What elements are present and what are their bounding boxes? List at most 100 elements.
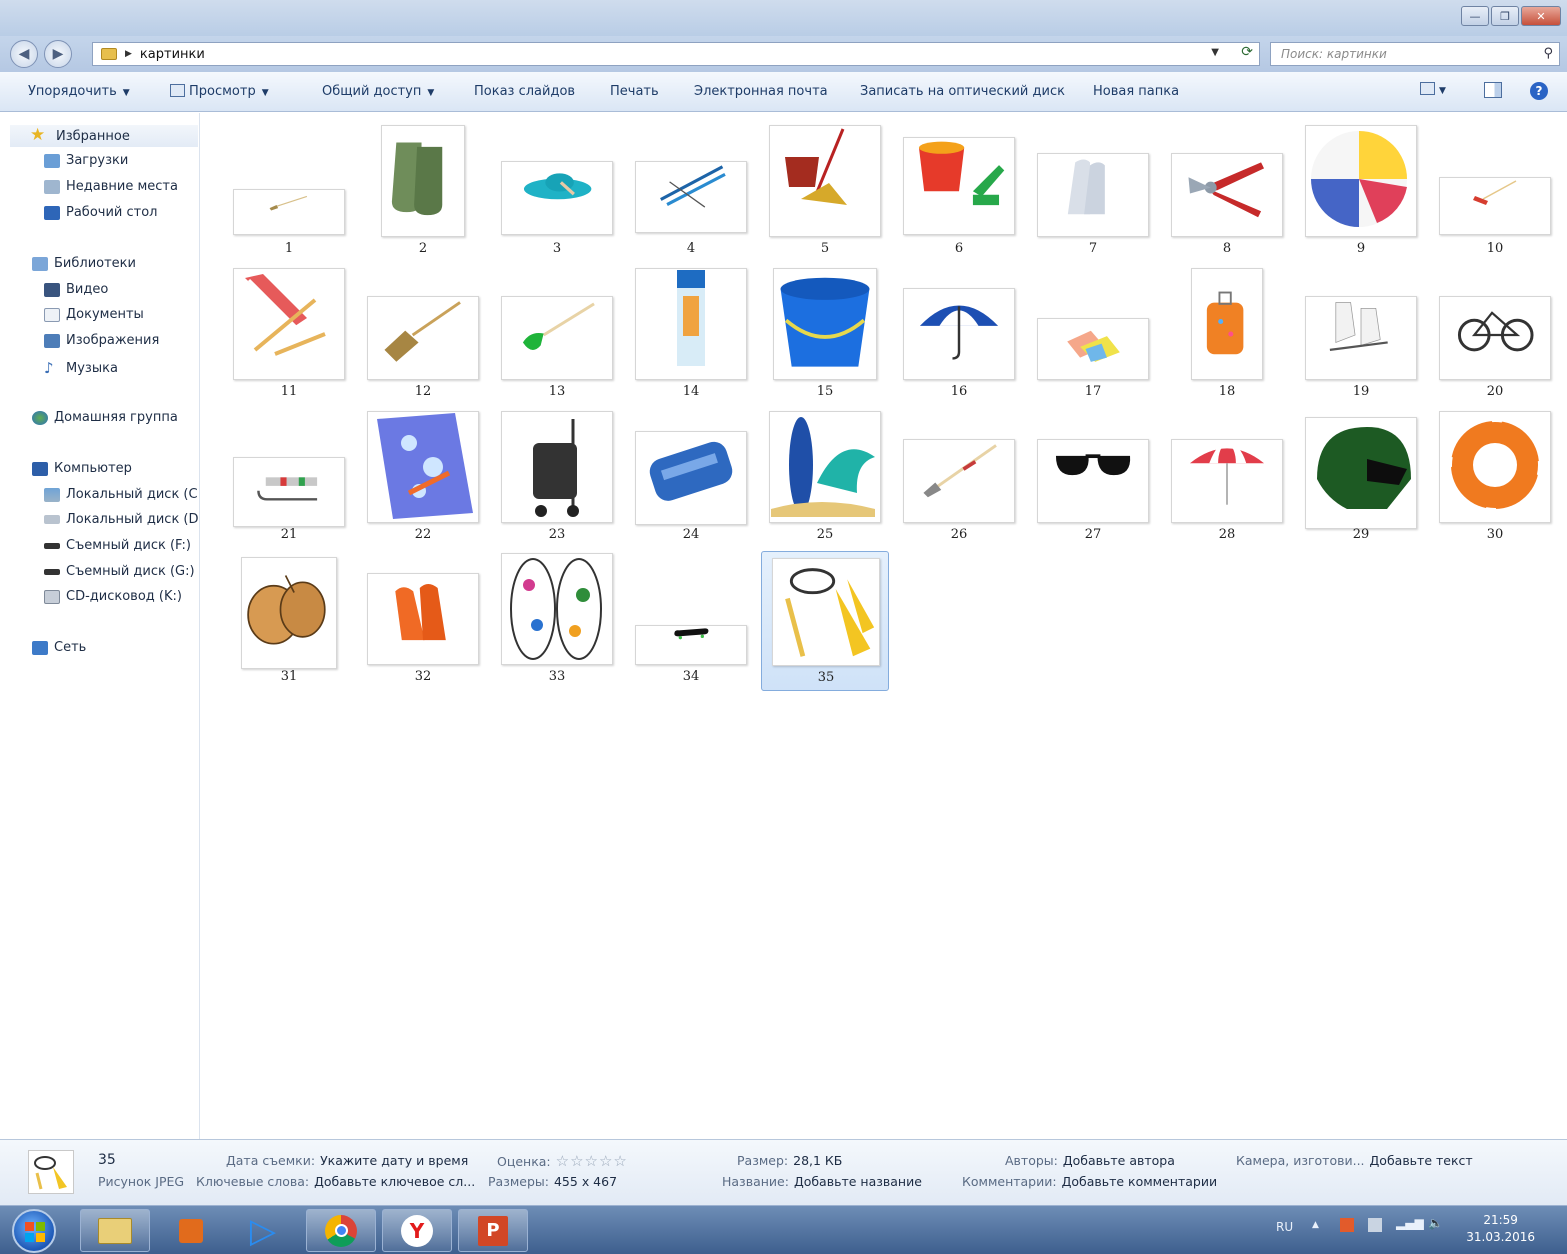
file-item[interactable]: 9 <box>1297 123 1425 263</box>
file-thumbnail <box>1305 125 1417 237</box>
taskbar-yandex[interactable]: Y <box>382 1209 452 1252</box>
file-item[interactable]: 16 <box>895 266 1023 406</box>
new-folder-button[interactable]: Новая папка <box>1093 84 1179 99</box>
slideshow-button[interactable]: Показ слайдов <box>474 84 575 99</box>
details-rating[interactable]: Оценка: ☆☆☆☆☆ <box>497 1152 628 1170</box>
file-item[interactable]: 5 <box>761 123 889 263</box>
file-label: 2 <box>418 241 428 256</box>
start-button[interactable] <box>12 1209 56 1253</box>
file-item[interactable]: 26 <box>895 409 1023 549</box>
taskbar-powerpoint[interactable]: P <box>458 1209 528 1252</box>
details-comments[interactable]: Комментарии: Добавьте комментарии <box>962 1174 1217 1189</box>
nav-cd-k[interactable]: CD-дисковод (K:) <box>44 589 182 604</box>
refresh-icon[interactable]: ⟳ <box>1241 44 1253 60</box>
nav-removable-g[interactable]: Съемный диск (G:) <box>44 564 195 579</box>
file-item[interactable]: 8 <box>1163 123 1291 263</box>
taskbar-explorer[interactable] <box>80 1209 150 1252</box>
file-item[interactable]: 14 <box>627 266 755 406</box>
tray-app-icon[interactable] <box>1340 1218 1354 1232</box>
blue-bucket-icon <box>780 277 870 367</box>
nav-downloads[interactable]: Загрузки <box>44 153 128 168</box>
help-icon[interactable]: ? <box>1530 82 1548 100</box>
nav-video[interactable]: Видео <box>44 282 108 297</box>
file-item[interactable]: 22 <box>359 409 487 549</box>
details-tags[interactable]: Ключевые слова: Добавьте ключевое сл... <box>196 1174 475 1189</box>
nav-images[interactable]: Изображения <box>44 333 159 348</box>
file-item[interactable]: 30 <box>1431 409 1559 549</box>
file-item[interactable]: 27 <box>1029 409 1157 549</box>
address-bar[interactable]: ▶ картинки ▼ ⟳ <box>92 42 1260 66</box>
view-button[interactable]: Просмотр ▼ <box>170 84 269 99</box>
file-item[interactable]: 10 <box>1431 123 1559 263</box>
file-item[interactable]: 35 <box>761 551 889 691</box>
nav-network[interactable]: Сеть <box>32 640 86 655</box>
organize-button[interactable]: Упорядочить ▼ <box>28 84 130 99</box>
file-item[interactable]: 24 <box>627 409 755 549</box>
file-item[interactable]: 3 <box>493 123 621 263</box>
file-item[interactable]: 11 <box>225 266 353 406</box>
preview-pane-icon[interactable] <box>1484 82 1502 98</box>
details-date[interactable]: Дата съемки: Укажите дату и время <box>226 1153 468 1168</box>
flip-flops-icon <box>510 558 602 660</box>
language-indicator[interactable]: RU <box>1276 1220 1293 1234</box>
back-button[interactable]: ◀ <box>10 40 38 68</box>
file-item[interactable]: 34 <box>627 551 755 691</box>
nav-recent[interactable]: Недавние места <box>44 179 178 194</box>
file-item[interactable]: 13 <box>493 266 621 406</box>
tray-network-icon[interactable] <box>1368 1218 1382 1232</box>
clock[interactable]: 21:59 31.03.2016 <box>1466 1212 1535 1246</box>
print-button[interactable]: Печать <box>610 84 659 99</box>
file-item[interactable]: 31 <box>225 551 353 691</box>
file-item[interactable]: 29 <box>1297 409 1425 549</box>
share-button[interactable]: Общий доступ ▼ <box>322 84 434 99</box>
nav-local-d[interactable]: Локальный диск (D <box>44 512 199 527</box>
nav-music[interactable]: ♪ Музыка <box>44 359 118 377</box>
taskbar-media[interactable] <box>156 1209 226 1252</box>
nav-computer[interactable]: Компьютер <box>32 461 132 476</box>
burn-button[interactable]: Записать на оптический диск <box>860 84 1065 99</box>
change-view-button[interactable]: ▼ <box>1420 82 1446 97</box>
file-item[interactable]: 1 <box>225 123 353 263</box>
file-item[interactable]: 18 <box>1163 266 1291 406</box>
details-title[interactable]: Название: Добавьте название <box>722 1174 922 1189</box>
forward-button[interactable]: ▶ <box>44 40 72 68</box>
file-item[interactable]: 20 <box>1431 266 1559 406</box>
file-item[interactable]: 6 <box>895 123 1023 263</box>
nav-favorites[interactable]: ★ Избранное <box>10 125 198 147</box>
file-item[interactable]: 15 <box>761 266 889 406</box>
taskbar-player[interactable]: ▷ <box>228 1209 298 1252</box>
file-item[interactable]: 2 <box>359 123 487 263</box>
address-dropdown-icon[interactable]: ▼ <box>1211 47 1219 58</box>
file-item[interactable]: 23 <box>493 409 621 549</box>
details-camera[interactable]: Камера, изготови... Добавьте текст <box>1236 1153 1473 1168</box>
file-item[interactable]: 33 <box>493 551 621 691</box>
close-button[interactable]: ✕ <box>1521 6 1561 26</box>
maximize-button[interactable]: ❐ <box>1491 6 1519 26</box>
file-item[interactable]: 4 <box>627 123 755 263</box>
tray-signal-icon[interactable]: ▂▄▆ <box>1396 1216 1424 1230</box>
details-authors[interactable]: Авторы: Добавьте автора <box>1005 1153 1175 1168</box>
nav-desktop[interactable]: Рабочий стол <box>44 205 157 220</box>
tray-volume-icon[interactable]: 🔈 <box>1428 1216 1443 1230</box>
file-item[interactable]: 21 <box>225 409 353 549</box>
file-item[interactable]: 25 <box>761 409 889 549</box>
file-item[interactable]: 7 <box>1029 123 1157 263</box>
search-icon[interactable]: ⚲ <box>1543 46 1553 61</box>
minimize-button[interactable]: — <box>1461 6 1489 26</box>
breadcrumb-folder[interactable]: картинки <box>140 47 205 62</box>
nav-documents[interactable]: Документы <box>44 307 144 322</box>
breadcrumb-arrow-icon[interactable]: ▶ <box>125 49 132 59</box>
file-item[interactable]: 28 <box>1163 409 1291 549</box>
email-button[interactable]: Электронная почта <box>694 84 828 99</box>
taskbar-chrome[interactable] <box>306 1209 376 1252</box>
file-item[interactable]: 19 <box>1297 266 1425 406</box>
file-item[interactable]: 17 <box>1029 266 1157 406</box>
file-item[interactable]: 32 <box>359 551 487 691</box>
search-input[interactable]: Поиск: картинки ⚲ <box>1270 42 1560 66</box>
nav-local-c[interactable]: Локальный диск (C <box>44 487 198 502</box>
tray-expand-icon[interactable]: ▲ <box>1312 1220 1319 1230</box>
nav-removable-f[interactable]: Съемный диск (F:) <box>44 538 191 553</box>
nav-homegroup[interactable]: Домашняя группа <box>32 410 178 425</box>
file-item[interactable]: 12 <box>359 266 487 406</box>
nav-libraries[interactable]: Библиотеки <box>32 256 136 271</box>
